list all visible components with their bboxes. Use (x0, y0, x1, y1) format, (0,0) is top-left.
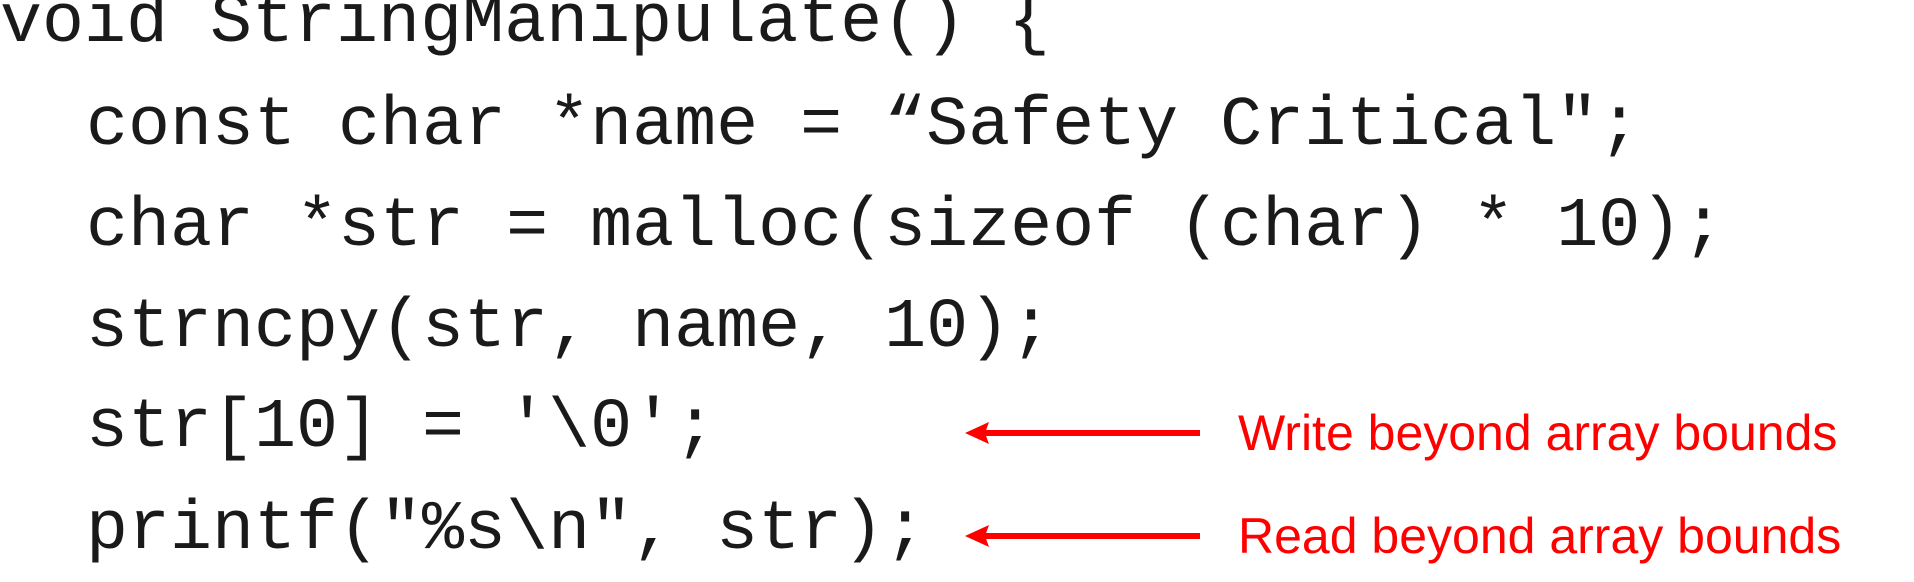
code-line-name-declaration: const char *name = “Safety Critical"; (86, 87, 1641, 166)
code-line-malloc: char *str = malloc(sizeof (char) * 10); (86, 188, 1725, 267)
annotation-label: Write beyond array bounds (1238, 405, 1838, 461)
code-line-printf: printf("%s\n", str); (86, 491, 927, 570)
annotation-write-beyond-bounds: Write beyond array bounds (965, 403, 1837, 463)
left-arrow-icon (965, 422, 1200, 444)
code-line-strncpy: strncpy(str, name, 10); (86, 289, 1053, 368)
left-arrow-icon (965, 525, 1200, 547)
code-line-function-signature: void StringManipulate() { (0, 0, 1051, 63)
code-line-null-terminator: str[10] = '\0'; (86, 389, 717, 468)
annotation-label: Read beyond array bounds (1238, 508, 1842, 564)
annotation-read-beyond-bounds: Read beyond array bounds (965, 506, 1841, 566)
